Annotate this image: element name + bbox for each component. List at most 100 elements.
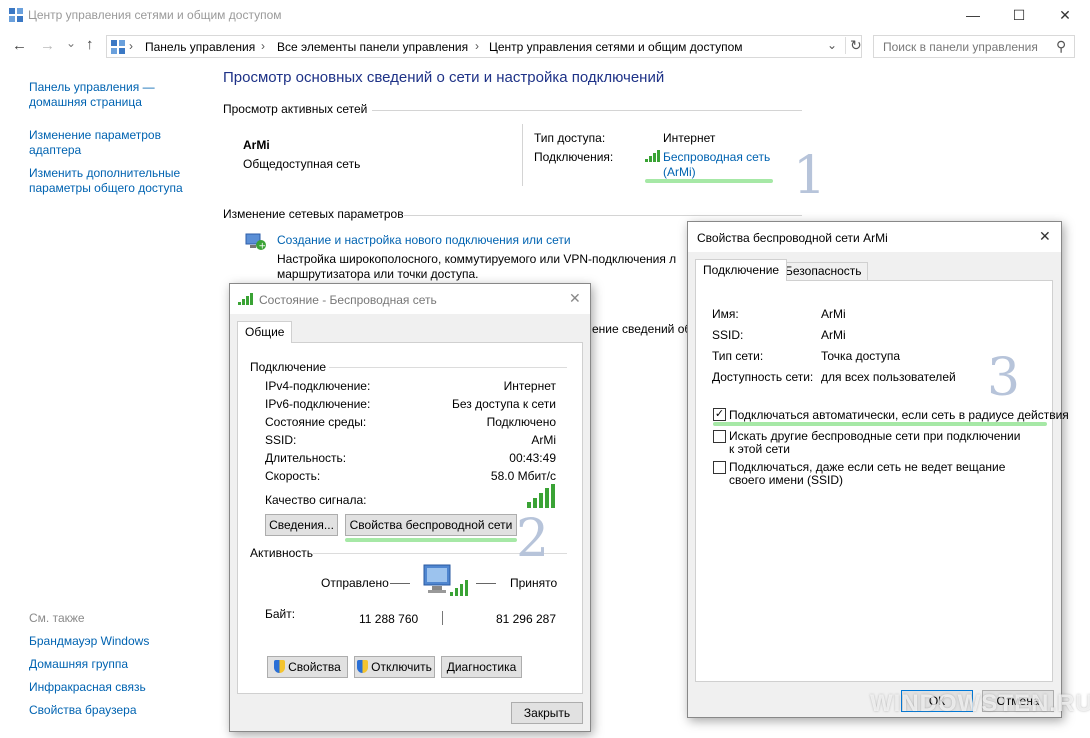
disable-button[interactable]: Отключить — [354, 656, 435, 678]
svg-text:+: + — [259, 242, 267, 252]
minimize-button[interactable]: — — [950, 0, 996, 30]
sidebar-firewall-link[interactable]: Брандмауэр Windows — [29, 634, 149, 648]
diagnostics-button[interactable]: Диагностика — [441, 656, 522, 678]
see-also-heading: См. также — [29, 611, 85, 625]
bytes-sent-value: 11 288 760 — [359, 612, 419, 626]
hidden-ssid-checkbox[interactable] — [713, 461, 726, 474]
status-row-label: IPv4-подключение: — [265, 379, 371, 393]
status-row-label: IPv6-подключение: — [265, 397, 371, 411]
active-networks-title: Просмотр активных сетей — [223, 102, 368, 116]
forward-arrow-icon[interactable]: → — [40, 37, 55, 54]
breadcrumb-sep: › — [129, 39, 133, 53]
received-label: Принято — [510, 576, 558, 590]
wireless-dialog-titlebar: Свойства беспроводной сети ArMi ✕ — [688, 222, 1061, 252]
close-icon[interactable]: ✕ — [569, 290, 581, 307]
sidebar-browser-link[interactable]: Свойства браузера — [29, 703, 137, 717]
search-icon[interactable]: ⚲ — [1056, 38, 1066, 55]
wireless-properties-dialog: Свойства беспроводной сети ArMi ✕ Подклю… — [687, 221, 1069, 718]
status-row-value: Без доступа к сети — [452, 397, 556, 411]
network-type-value: Точка доступа — [821, 349, 901, 363]
details-button[interactable]: Сведения... — [265, 514, 338, 536]
status-row-value: Интернет — [503, 379, 556, 393]
control-panel-icon — [9, 8, 23, 22]
auto-connect-checkbox[interactable]: ✓ — [713, 408, 726, 421]
sidebar-home-link[interactable]: Панель управления — домашняя страница — [29, 80, 179, 110]
status-dialog-title: Состояние - Беспроводная сеть — [259, 293, 437, 307]
availability-value: для всех пользователей — [821, 370, 956, 384]
page-heading: Просмотр основных сведений о сети и наст… — [223, 69, 665, 86]
name-value: ArMi — [821, 307, 846, 321]
status-row-label: Состояние среды: — [265, 415, 367, 429]
breadcrumb-sep: › — [261, 39, 265, 53]
new-connection-link[interactable]: Создание и настройка нового подключения … — [277, 233, 571, 247]
recent-pages-icon[interactable]: ⌄ — [66, 36, 76, 50]
name-label: Имя: — [712, 307, 739, 321]
status-row-label: SSID: — [265, 433, 297, 447]
sidebar-homegroup-link[interactable]: Домашняя группа — [29, 657, 128, 671]
search-input[interactable]: Поиск в панели управления — [883, 40, 1038, 54]
wifi-signal-icon — [645, 150, 661, 165]
address-bar: ← → ⌄ ↑ › Панель управления › Все элемен… — [0, 32, 1090, 62]
search-other-networks-checkbox[interactable] — [713, 430, 726, 443]
hidden-ssid-label[interactable]: Подключаться, даже если сеть не ведет ве… — [729, 461, 1039, 487]
connection-group-label: Подключение — [250, 360, 327, 374]
sidebar-infrared-link[interactable]: Инфракрасная связь — [29, 680, 146, 694]
shield-icon — [274, 660, 286, 673]
status-row-label: Скорость: — [265, 469, 321, 483]
tab-security[interactable]: Безопасность — [779, 262, 868, 280]
new-connection-description: Настройка широкополосного, коммутируемог… — [277, 252, 677, 281]
auto-connect-label[interactable]: Подключаться автоматически, если сеть в … — [729, 408, 1069, 422]
tab-general[interactable]: Общие — [237, 321, 293, 343]
maximize-button[interactable]: ☐ — [996, 0, 1042, 30]
breadcrumb-control-panel[interactable]: Панель управления — [145, 40, 255, 54]
address-dropdown-icon[interactable]: ⌄ — [827, 38, 837, 52]
close-button[interactable]: Закрыть — [511, 702, 583, 724]
search-field[interactable]: Поиск в панели управления ⚲ — [873, 35, 1075, 58]
sidebar-sharing-link[interactable]: Изменить дополнительные параметры общего… — [29, 166, 199, 196]
refresh-icon[interactable]: ↻ — [845, 37, 862, 54]
wireless-properties-button[interactable]: Свойства беспроводной сети — [345, 514, 517, 536]
window-title: Центр управления сетями и общим доступом — [28, 8, 282, 22]
bytes-divider — [442, 611, 443, 625]
back-arrow-icon[interactable]: ← — [12, 37, 27, 54]
signal-quality-label: Качество сигнала: — [265, 493, 367, 507]
location-icon — [111, 40, 125, 54]
annotation-3: 3 — [987, 348, 1021, 408]
wireless-dialog-title: Свойства беспроводной сети ArMi — [697, 231, 888, 245]
watermark: WINDOWSTEN.RU — [870, 690, 1090, 717]
network-type: Общедоступная сеть — [243, 157, 361, 171]
sidebar-adapter-link[interactable]: Изменение параметров адаптера — [29, 128, 179, 158]
properties-button-label: Свойства — [288, 660, 341, 674]
breadcrumb-network-center[interactable]: Центр управления сетями и общим доступом — [489, 40, 743, 54]
close-icon[interactable]: ✕ — [1039, 228, 1051, 245]
availability-label: Доступность сети: — [712, 370, 814, 384]
network-name: ArMi — [243, 138, 270, 152]
annotation-2: 2 — [516, 509, 550, 569]
change-settings-title: Изменение сетевых параметров — [223, 207, 404, 221]
address-field[interactable]: › Панель управления › Все элементы панел… — [106, 35, 862, 58]
status-row-value: 58.0 Мбит/с — [490, 469, 556, 483]
hidden-text-fragment: ение сведений об — [592, 322, 687, 336]
close-window-button[interactable]: ✕ — [1042, 0, 1088, 30]
breadcrumb-all-items[interactable]: Все элементы панели управления — [277, 40, 468, 54]
breadcrumb-sep: › — [475, 39, 479, 53]
annotation-1: 1 — [793, 146, 827, 206]
status-row-value: Подключено — [486, 415, 556, 429]
tab-connection[interactable]: Подключение — [695, 259, 788, 281]
divider — [404, 215, 802, 216]
status-row-value: 00:43:49 — [509, 451, 556, 465]
highlight-underline-3 — [713, 422, 1047, 426]
ssid-label: SSID: — [712, 328, 744, 342]
search-other-networks-label[interactable]: Искать другие беспроводные сети при подк… — [729, 430, 1029, 456]
activity-line — [476, 583, 496, 584]
wireless-connection-link[interactable]: Беспроводная сеть (ArMi) — [663, 150, 783, 180]
highlight-underline-2 — [345, 538, 517, 542]
status-dialog: Состояние - Беспроводная сеть ✕ Общие По… — [229, 283, 591, 732]
properties-button[interactable]: Свойства — [267, 656, 348, 678]
network-computers-icon — [422, 562, 470, 607]
access-type-value: Интернет — [663, 131, 716, 145]
up-arrow-icon[interactable]: ↑ — [86, 36, 94, 53]
vertical-divider — [522, 124, 523, 186]
status-row-label: Длительность: — [265, 451, 347, 465]
new-connection-icon: + — [243, 230, 267, 255]
